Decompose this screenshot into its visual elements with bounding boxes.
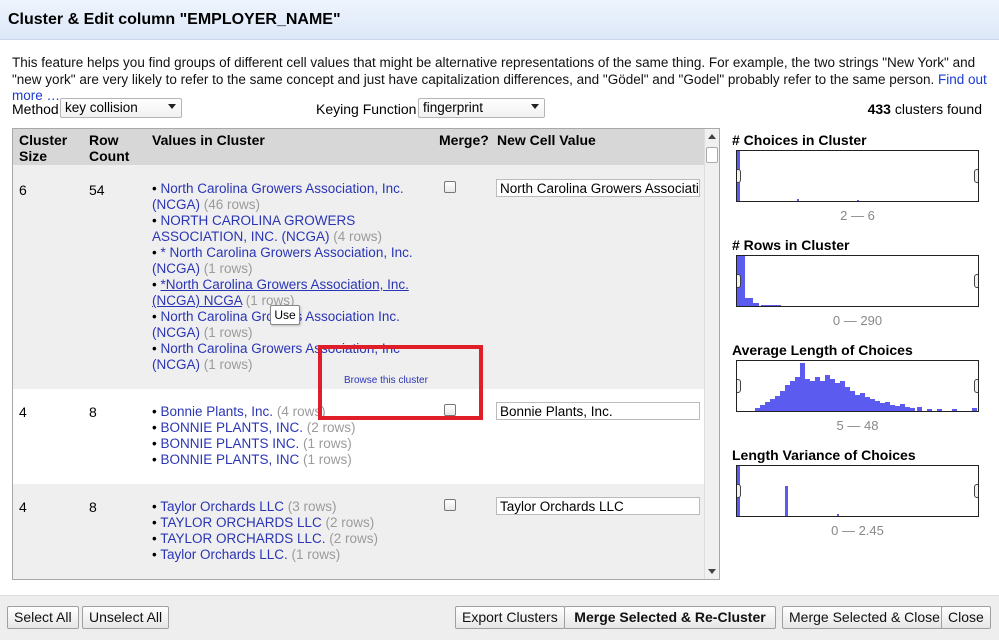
- clusters-count: 433: [867, 101, 891, 117]
- cluster-values: • Taylor Orchards LLC (3 rows) • TAYLOR …: [152, 499, 414, 563]
- range-handle-right[interactable]: [974, 379, 978, 393]
- histogram-chart[interactable]: [736, 465, 979, 517]
- dialog-title: Cluster & Edit column "EMPLOYER_NAME": [8, 11, 341, 28]
- list-item[interactable]: • North Carolina Growers Association, In…: [152, 181, 414, 213]
- list-item[interactable]: • Taylor Orchards LLC. (1 rows): [152, 547, 414, 563]
- dropdown-arrow-icon: [531, 104, 539, 109]
- method-select[interactable]: key collision: [60, 98, 182, 118]
- cluster-controls: Method key collision Keying Function fin…: [0, 96, 999, 122]
- clusters-found-label: clusters found: [894, 101, 982, 117]
- histogram-title: Average Length of Choices: [732, 342, 913, 358]
- histogram-chart[interactable]: [736, 360, 979, 412]
- list-item[interactable]: • BONNIE PLANTS, INC. (2 rows): [152, 420, 414, 436]
- histogram-title: # Rows in Cluster: [732, 237, 850, 253]
- histogram-range: 5 — 48: [836, 418, 879, 433]
- histogram-length-variance: Length Variance of Choices 0 — 2.45: [732, 445, 982, 545]
- histogram-chart[interactable]: [736, 255, 979, 307]
- highlight-box: Browse this cluster: [318, 345, 483, 420]
- use-tooltip[interactable]: Use: [270, 305, 300, 325]
- histogram-rows: # Rows in Cluster 0 — 290: [732, 235, 982, 335]
- merge-checkbox[interactable]: [444, 181, 456, 193]
- row-count: 54: [89, 182, 105, 198]
- cluster-size: 4: [19, 499, 27, 515]
- row-count: 8: [89, 499, 97, 515]
- histogram-chart[interactable]: [736, 150, 979, 202]
- range-handle-right[interactable]: [974, 484, 978, 498]
- export-clusters-button[interactable]: Export Clusters: [455, 606, 565, 629]
- list-item[interactable]: • BONNIE PLANTS INC. (1 rows): [152, 436, 414, 452]
- scroll-thumb[interactable]: [706, 147, 718, 163]
- range-handle-left[interactable]: [737, 169, 741, 183]
- header-new-value: New Cell Value: [497, 132, 596, 148]
- dialog-header: Cluster & Edit column "EMPLOYER_NAME": [0, 0, 999, 40]
- range-handle-right[interactable]: [974, 274, 978, 288]
- unselect-all-button[interactable]: Unselect All: [82, 606, 170, 629]
- close-button[interactable]: Close: [941, 606, 991, 629]
- range-handle-right[interactable]: [974, 169, 978, 183]
- dropdown-arrow-icon: [168, 104, 176, 109]
- histogram-range: 0 — 2.45: [831, 523, 884, 538]
- cluster-size: 6: [19, 182, 27, 198]
- merge-close-button[interactable]: Merge Selected & Close: [782, 606, 947, 629]
- header-cluster-size: Cluster Size: [19, 132, 68, 164]
- dialog-footer: Select All Unselect All Export Clusters …: [0, 595, 999, 640]
- new-cell-value-input[interactable]: Taylor Orchards LLC: [496, 497, 700, 515]
- list-item[interactable]: • TAYLOR ORCHARDS LLC (2 rows): [152, 515, 414, 531]
- merge-recluster-button[interactable]: Merge Selected & Re-Cluster: [564, 606, 776, 629]
- scroll-down-icon[interactable]: [708, 569, 716, 574]
- browse-cluster-link[interactable]: Browse this cluster: [344, 375, 428, 386]
- header-row-count: Row Count: [89, 132, 130, 164]
- merge-checkbox[interactable]: [444, 499, 456, 511]
- method-label: Method: [12, 101, 59, 117]
- clusters-found: 433 clusters found: [868, 101, 982, 117]
- new-cell-value-input[interactable]: North Carolina Growers Association, Inc.…: [496, 179, 700, 197]
- row-count: 8: [89, 404, 97, 420]
- header-values: Values in Cluster: [152, 132, 265, 148]
- histogram-range: 0 — 290: [832, 313, 883, 328]
- scroll-up-icon[interactable]: [708, 134, 716, 139]
- list-item[interactable]: • Taylor Orchards LLC (3 rows): [152, 499, 414, 515]
- header-merge: Merge?: [439, 132, 489, 148]
- table-row: 4 8 • Taylor Orchards LLC (3 rows) • TAY…: [13, 484, 705, 579]
- range-handle-left[interactable]: [737, 379, 741, 393]
- histogram-title: Length Variance of Choices: [732, 447, 916, 463]
- method-select-value: key collision: [65, 100, 138, 115]
- description-text: This feature helps you find groups of di…: [12, 55, 976, 87]
- select-all-button[interactable]: Select All: [7, 606, 79, 629]
- histogram-avg-length: Average Length of Choices 5 — 48: [732, 340, 982, 440]
- list-item[interactable]: • TAYLOR ORCHARDS LLC. (2 rows): [152, 531, 414, 547]
- histogram-range: 2 — 6: [840, 208, 875, 223]
- histogram-title: # Choices in Cluster: [732, 132, 867, 148]
- cluster-size: 4: [19, 404, 27, 420]
- list-item[interactable]: • BONNIE PLANTS, INC (1 rows): [152, 452, 414, 468]
- keying-function-select[interactable]: fingerprint: [418, 98, 545, 118]
- list-item[interactable]: • * North Carolina Growers Association, …: [152, 245, 414, 277]
- histogram-choices: # Choices in Cluster 2 — 6: [732, 130, 982, 230]
- list-item[interactable]: • NORTH CAROLINA GROWERS ASSOCIATION, IN…: [152, 213, 414, 245]
- table-scrollbar[interactable]: [704, 129, 719, 579]
- keying-function-value: fingerprint: [423, 100, 484, 115]
- new-cell-value-input[interactable]: Bonnie Plants, Inc.: [496, 402, 700, 420]
- table-header: Cluster Size Row Count Values in Cluster…: [13, 129, 705, 165]
- range-handle-left[interactable]: [737, 274, 741, 288]
- keying-function-label: Keying Function: [316, 101, 417, 117]
- range-handle-left[interactable]: [737, 484, 741, 498]
